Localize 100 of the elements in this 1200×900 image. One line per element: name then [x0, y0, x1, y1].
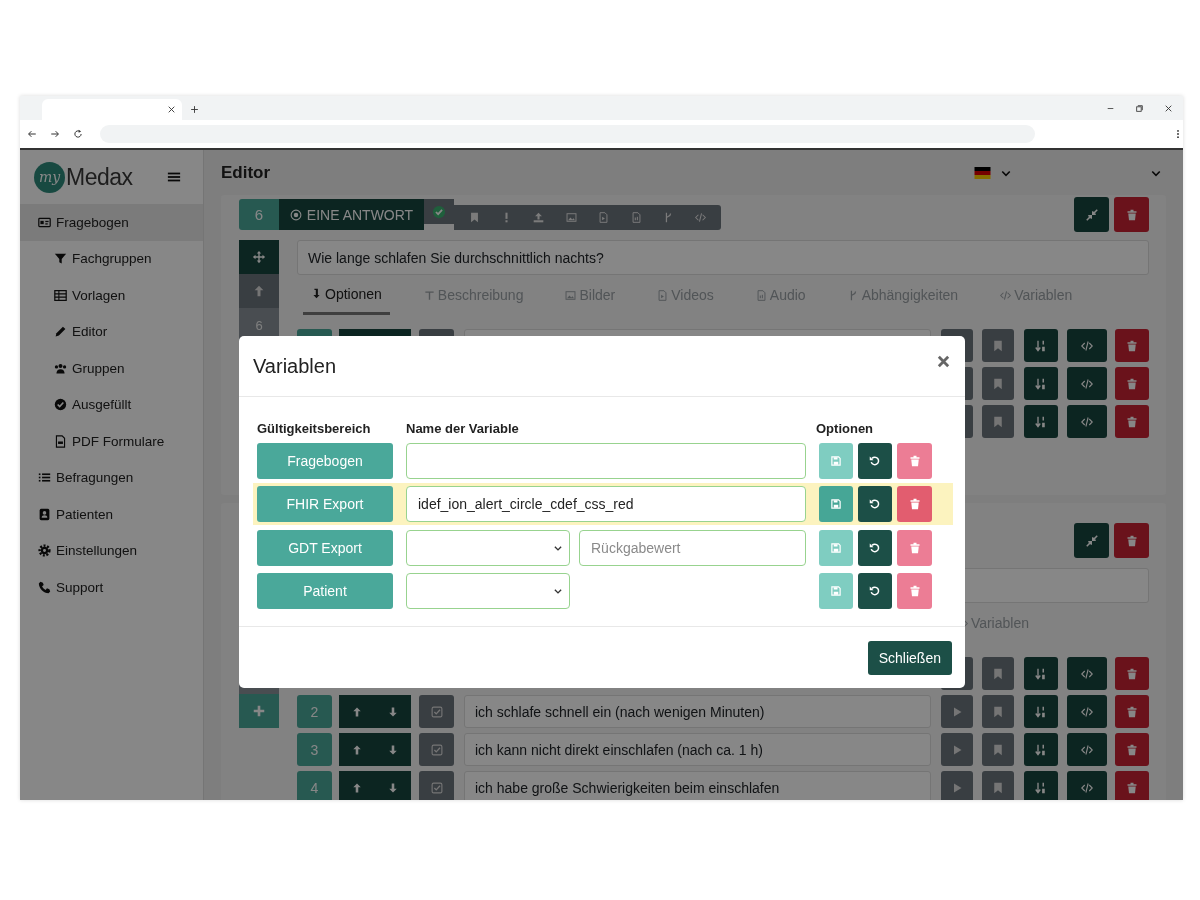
new-tab-icon[interactable]	[190, 105, 199, 114]
scope-button[interactable]: FHIR Export	[257, 486, 393, 522]
back-icon[interactable]	[27, 129, 37, 139]
video-file-icon[interactable]	[598, 212, 610, 223]
scope-button[interactable]: GDT Export	[257, 529, 393, 566]
delete-button[interactable]	[1115, 733, 1149, 767]
checkbox-button[interactable]	[419, 771, 454, 800]
delete-button[interactable]	[1115, 695, 1149, 729]
sidebar-item[interactable]: Patienten	[20, 496, 203, 533]
option-field[interactable]: ich habe große Schwierigkeiten beim einschlafen	[464, 771, 931, 800]
close-icon[interactable]	[936, 353, 951, 369]
forward-icon[interactable]	[50, 129, 60, 139]
delete-button[interactable]	[1114, 523, 1149, 558]
delete-button[interactable]	[1115, 367, 1149, 401]
sort-button[interactable]	[1024, 771, 1058, 800]
bookmark-button[interactable]	[982, 695, 1014, 729]
variable-name-field[interactable]: idef_ion_alert_circle_cdef_css_red	[406, 486, 806, 522]
sidebar-item[interactable]: PDF Formulare	[20, 423, 203, 460]
question-field[interactable]: Wie lange schlafen Sie durchschnittlich nachts?	[297, 240, 1149, 275]
code-button[interactable]	[1067, 367, 1107, 401]
delete-button[interactable]	[1115, 771, 1149, 800]
audio-file-icon[interactable]	[630, 212, 642, 223]
sidebar-item[interactable]: Support	[20, 569, 203, 606]
close-icon[interactable]	[1164, 104, 1173, 113]
bookmark-icon[interactable]	[468, 212, 480, 223]
save-button[interactable]	[819, 442, 853, 479]
variable-name-field[interactable]	[406, 442, 806, 479]
checkbox-button[interactable]	[419, 733, 454, 767]
move-button[interactable]	[239, 240, 279, 274]
sort-button[interactable]	[1024, 733, 1058, 767]
sidebar-item[interactable]: Vorlagen	[20, 277, 203, 314]
reset-button[interactable]	[858, 486, 892, 522]
bookmark-button[interactable]	[982, 771, 1014, 800]
code-button[interactable]	[1067, 733, 1107, 767]
move-down-button[interactable]	[375, 771, 411, 800]
delete-button[interactable]	[897, 573, 932, 609]
reload-icon[interactable]	[73, 129, 83, 139]
bookmark-button[interactable]	[982, 657, 1014, 691]
reset-button[interactable]	[858, 573, 892, 609]
sidebar-item[interactable]: Editor	[20, 313, 203, 350]
bookmark-button[interactable]	[982, 367, 1014, 401]
collapse-button[interactable]	[1074, 197, 1109, 232]
scope-button[interactable]: Fragebogen	[257, 442, 393, 479]
sort-button[interactable]	[1024, 367, 1058, 401]
play-button[interactable]	[941, 733, 973, 767]
code-button[interactable]	[1067, 695, 1107, 729]
upload-icon[interactable]	[533, 212, 545, 223]
sidebar-item[interactable]: Fragebogen	[20, 204, 203, 241]
code-button[interactable]	[1067, 657, 1107, 691]
delete-button[interactable]	[1115, 329, 1149, 363]
option-field[interactable]: ich kann nicht direkt einschlafen (nach ca. 1 h)	[464, 733, 931, 767]
check-circle-icon	[54, 398, 67, 412]
return-value-field[interactable]: Rückgabewert	[579, 529, 806, 566]
move-up-button[interactable]	[339, 695, 375, 729]
image-file-icon[interactable]	[565, 212, 577, 223]
checkbox-button[interactable]	[419, 695, 454, 729]
sidebar-item[interactable]: Einstellungen	[20, 532, 203, 569]
language-selector[interactable]	[973, 164, 1012, 181]
sidebar-item[interactable]: Ausgefüllt	[20, 386, 203, 423]
code-button[interactable]	[1067, 405, 1107, 439]
close-button[interactable]: Schließen	[867, 640, 952, 675]
play-button[interactable]	[941, 771, 973, 800]
delete-button[interactable]	[1115, 657, 1149, 691]
option-field[interactable]: ich schlafe schnell ein (nach wenigen Minuten)	[464, 695, 931, 729]
delete-button[interactable]	[1114, 197, 1149, 232]
sort-button[interactable]	[1024, 657, 1058, 691]
code-button[interactable]	[1067, 771, 1107, 800]
add-button[interactable]	[239, 694, 279, 728]
move-down-button[interactable]	[375, 733, 411, 767]
sidebar-item[interactable]: Befragungen	[20, 459, 203, 496]
close-icon[interactable]	[167, 105, 176, 114]
move-up-button[interactable]	[239, 274, 279, 308]
delete-button[interactable]	[897, 442, 932, 479]
reset-button[interactable]	[858, 442, 892, 479]
delete-button[interactable]	[897, 529, 932, 566]
page-title: Editor	[221, 162, 271, 183]
delete-button[interactable]	[1115, 405, 1149, 439]
save-button[interactable]	[819, 529, 853, 566]
scope-button[interactable]: Patient	[257, 573, 393, 609]
collapse-button[interactable]	[1074, 523, 1109, 558]
move-up-button[interactable]	[339, 733, 375, 767]
sort-button[interactable]	[1024, 695, 1058, 729]
menu-icon[interactable]	[167, 170, 181, 184]
sort-button[interactable]	[1024, 405, 1058, 439]
sidebar-item[interactable]: Gruppen	[20, 350, 203, 387]
play-button[interactable]	[941, 695, 973, 729]
sort-button[interactable]	[1024, 329, 1058, 363]
bookmark-button[interactable]	[982, 405, 1014, 439]
check-button[interactable]	[424, 199, 454, 224]
tab[interactable]: Optionen	[303, 275, 390, 315]
reset-button[interactable]	[858, 529, 892, 566]
move-up-button[interactable]	[339, 771, 375, 800]
move-down-button[interactable]	[375, 695, 411, 729]
save-button[interactable]	[819, 486, 853, 522]
code-button[interactable]	[1067, 329, 1107, 363]
sort-icon	[1035, 667, 1047, 680]
bookmark-button[interactable]	[982, 733, 1014, 767]
delete-button[interactable]	[897, 486, 932, 522]
restore-icon[interactable]	[1135, 104, 1144, 113]
bookmark-button[interactable]	[982, 329, 1014, 363]
